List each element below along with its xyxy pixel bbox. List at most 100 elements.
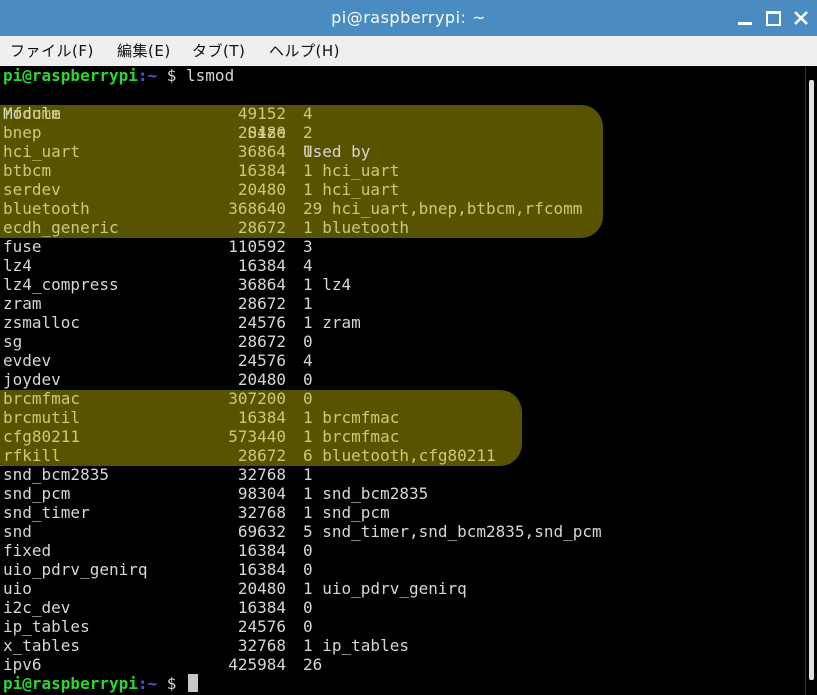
module-used-by: 29 hci_uart,bnep,btbcm,rfcomm	[303, 199, 583, 218]
title-bar[interactable]: pi@raspberrypi: ~	[0, 0, 817, 36]
module-name: cfg80211	[3, 427, 81, 446]
module-name: fuse	[3, 237, 42, 256]
minimize-icon	[738, 21, 752, 25]
module-name: uio	[3, 579, 32, 598]
module-size: 24576	[237, 313, 286, 332]
module-size: 16384	[237, 541, 286, 560]
prompt-line: pi@raspberrypi:~ $	[3, 674, 199, 693]
module-size: 16384	[237, 408, 286, 427]
module-name: bluetooth	[3, 199, 90, 218]
module-used-by: 1	[303, 142, 313, 161]
module-name: rfcomm	[3, 104, 61, 123]
module-used-by: 1	[303, 294, 313, 313]
module-name: snd	[3, 522, 32, 541]
module-name: snd_pcm	[3, 484, 71, 503]
module-size: 307200	[228, 389, 286, 408]
maximize-icon	[765, 10, 781, 26]
module-name: lz4	[3, 256, 32, 275]
prompt-path: :~	[137, 66, 158, 85]
module-used-by: 5 snd_timer,snd_bcm2835,snd_pcm	[303, 522, 602, 541]
command-text: lsmod	[186, 66, 235, 85]
module-size: 24576	[237, 617, 286, 636]
module-used-by: 4	[303, 256, 313, 275]
module-name: snd_timer	[3, 503, 90, 522]
close-icon	[794, 11, 808, 25]
module-name: i2c_dev	[3, 598, 71, 617]
module-size: 368640	[228, 199, 286, 218]
module-size: 20480	[237, 370, 286, 389]
prompt-path: :~	[137, 674, 158, 693]
module-name: snd_bcm2835	[3, 465, 109, 484]
module-name: ip_tables	[3, 617, 90, 636]
menu-file[interactable]: ファイル(F)	[10, 36, 94, 66]
module-used-by: 4	[303, 104, 313, 123]
module-name: lz4_compress	[3, 275, 119, 294]
module-used-by: 4	[303, 351, 313, 370]
module-name: brcmutil	[3, 408, 81, 427]
module-size: 20480	[237, 579, 286, 598]
module-used-by: 1 bluetooth	[303, 218, 409, 237]
module-size: 28672	[237, 332, 286, 351]
module-name: btbcm	[3, 161, 52, 180]
module-size: 16384	[237, 161, 286, 180]
cursor	[188, 674, 199, 692]
maximize-button[interactable]	[762, 7, 784, 29]
module-name: serdev	[3, 180, 61, 199]
module-size: 98304	[237, 484, 286, 503]
module-size: 16384	[237, 560, 286, 579]
prompt-user-host: pi@raspberrypi	[3, 674, 138, 693]
module-size: 425984	[228, 655, 286, 674]
module-name: hci_uart	[3, 142, 81, 161]
prompt-symbol: $	[157, 66, 187, 85]
module-name: ecdh_generic	[3, 218, 119, 237]
prompt-symbol: $	[157, 674, 187, 693]
module-name: ipv6	[3, 655, 42, 674]
module-used-by: 1 ip_tables	[303, 636, 409, 655]
module-name: joydev	[3, 370, 61, 389]
module-used-by: 1 brcmfmac	[303, 408, 400, 427]
module-size: 28672	[237, 446, 286, 465]
table-header: Module Size Used by	[3, 85, 370, 161]
minimize-button[interactable]	[734, 7, 756, 29]
scrollbar[interactable]	[805, 66, 817, 695]
prompt-user-host: pi@raspberrypi	[3, 66, 138, 85]
module-name: bnep	[3, 123, 42, 142]
module-name: zram	[3, 294, 42, 313]
menu-tabs[interactable]: タブ(T)	[192, 36, 245, 66]
close-button[interactable]	[790, 7, 812, 29]
module-size: 573440	[228, 427, 286, 446]
module-used-by: 1 hci_uart	[303, 180, 400, 199]
module-used-by: 1 brcmfmac	[303, 427, 400, 446]
module-used-by: 0	[303, 598, 313, 617]
command-line: pi@raspberrypi:~ $ lsmod	[3, 66, 234, 85]
terminal-output[interactable]: pi@raspberrypi:~ $ lsmod Module Size Use…	[0, 66, 805, 695]
header-used-by: Used by	[303, 142, 371, 161]
module-size: 28672	[237, 294, 286, 313]
module-size: 36864	[237, 275, 286, 294]
module-used-by: 2	[303, 123, 313, 142]
module-size: 16384	[237, 598, 286, 617]
module-used-by: 1	[303, 465, 313, 484]
module-used-by: 0	[303, 332, 313, 351]
menu-help[interactable]: ヘルプ(H)	[269, 36, 340, 66]
module-used-by: 1 uio_pdrv_genirq	[303, 579, 467, 598]
module-size: 36864	[237, 142, 286, 161]
module-name: zsmalloc	[3, 313, 81, 332]
module-size: 110592	[228, 237, 286, 256]
module-name: x_tables	[3, 636, 81, 655]
module-size: 16384	[237, 256, 286, 275]
scrollbar-thumb[interactable]	[809, 80, 814, 680]
module-size: 32768	[237, 636, 286, 655]
module-used-by: 6 bluetooth,cfg80211	[303, 446, 496, 465]
module-name: evdev	[3, 351, 52, 370]
module-used-by: 1 lz4	[303, 275, 352, 294]
module-size: 69632	[237, 522, 286, 541]
module-size: 32768	[237, 503, 286, 522]
module-name: sg	[3, 332, 23, 351]
module-used-by: 0	[303, 541, 313, 560]
module-size: 20480	[237, 123, 286, 142]
menu-edit[interactable]: 編集(E)	[117, 36, 171, 66]
module-name: rfkill	[3, 446, 61, 465]
module-used-by: 0	[303, 389, 313, 408]
module-used-by: 0	[303, 617, 313, 636]
